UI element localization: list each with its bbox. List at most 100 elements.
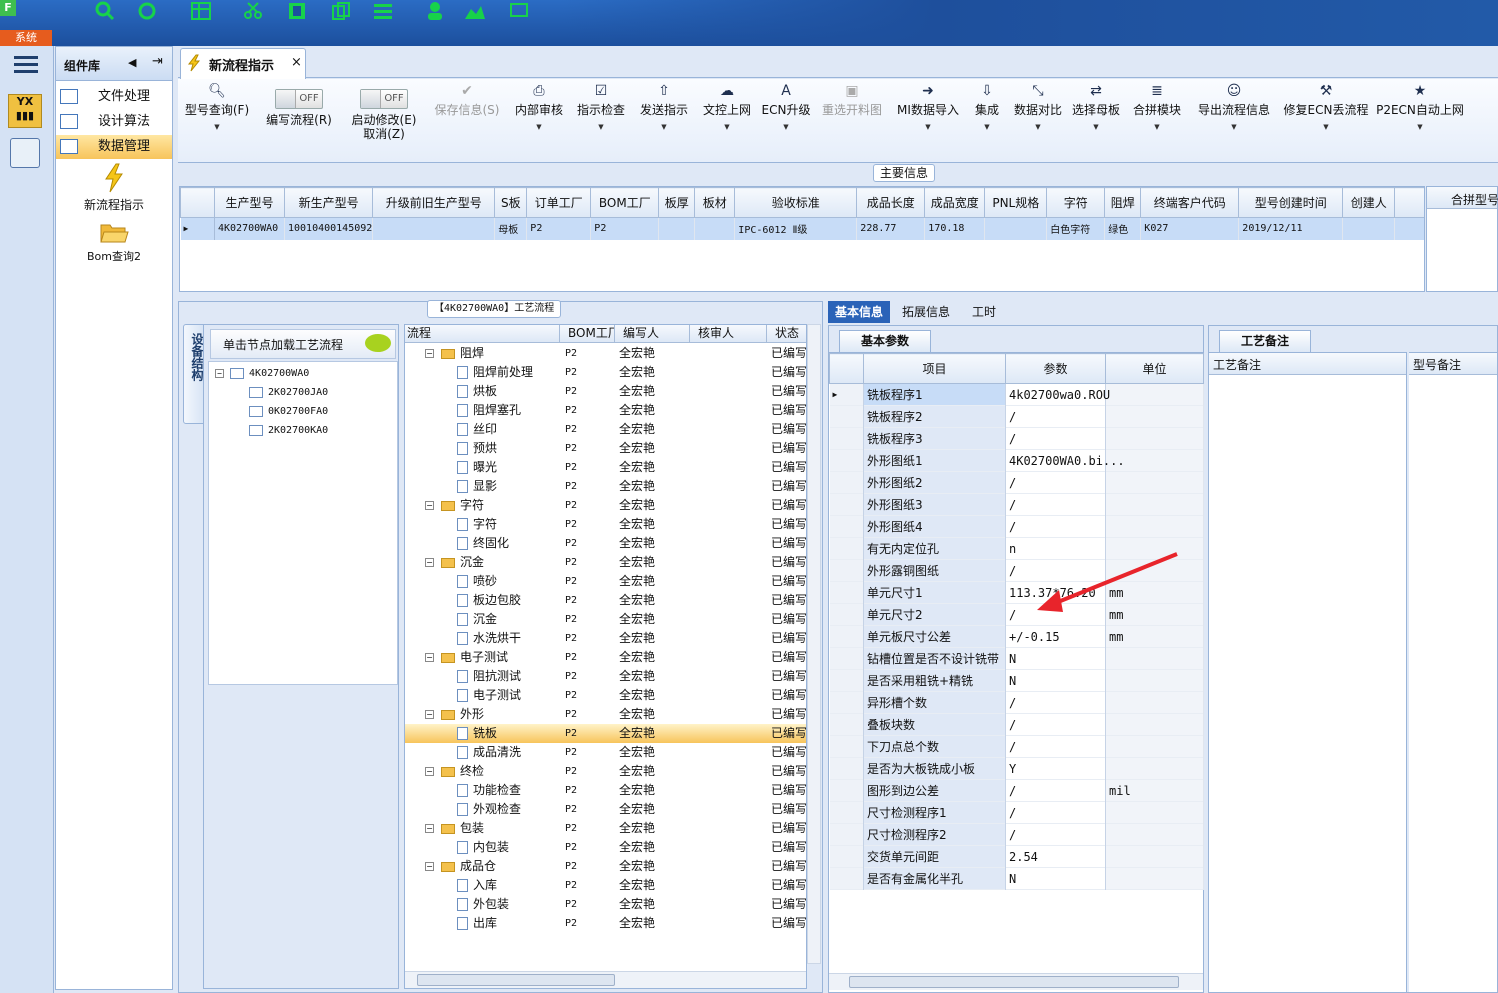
collapse-toggle-icon[interactable]: − xyxy=(425,653,434,662)
param-row[interactable]: 尺寸检测程序1/ xyxy=(829,801,1204,824)
param-row[interactable]: 异形槽个数 / xyxy=(829,691,1204,714)
param-value[interactable]: / xyxy=(1005,735,1106,758)
param-value[interactable]: / xyxy=(1005,801,1106,824)
tree-root[interactable]: − 4K02700WA0 xyxy=(215,364,309,383)
user-icon[interactable] xyxy=(422,0,448,22)
param-row[interactable]: 钻槽位置是否不设计铣带 N xyxy=(829,647,1204,670)
column-header[interactable]: 流程 xyxy=(405,325,560,343)
table-icon[interactable] xyxy=(188,0,214,22)
param-value[interactable]: 4k02700wa0.ROU xyxy=(1005,383,1110,406)
horizontal-scrollbar[interactable] xyxy=(405,971,806,988)
column-header[interactable]: 新生产型号 xyxy=(283,187,374,218)
tree-node[interactable]: 2K02700JA0 xyxy=(249,383,328,402)
param-row[interactable]: 外形图纸4/ xyxy=(829,515,1204,538)
flow-row[interactable]: 包装 − P2 全宏艳 已编写 xyxy=(405,819,806,838)
table-cell[interactable] xyxy=(658,217,696,240)
table-cell[interactable]: 4K02700WA0 xyxy=(214,217,285,240)
param-row[interactable]: 是否有金属化半孔 N xyxy=(829,867,1204,890)
collapse-toggle-icon[interactable]: − xyxy=(425,824,434,833)
row-selector[interactable] xyxy=(829,537,864,560)
flow-row[interactable]: 电子测试 − P2 全宏艳 已编写 xyxy=(405,648,806,667)
flow-row[interactable]: 成品仓 − P2 全宏艳 已编写 xyxy=(405,857,806,876)
param-row[interactable]: 是否采用粗铣+精铣 N xyxy=(829,669,1204,692)
ribbon-button-10[interactable]: ➜ MI数据导入 ▼ xyxy=(890,79,966,163)
row-selector[interactable] xyxy=(829,691,864,714)
flow-row[interactable]: 丝印 P2 全宏艳 已编写 xyxy=(405,420,806,439)
ribbon-button-2[interactable]: OFF 启动修改(E) 取消(Z) xyxy=(342,79,426,163)
param-row[interactable]: 尺寸检测程序2/ xyxy=(829,823,1204,846)
flow-row[interactable]: 外形 − P2 全宏艳 已编写 xyxy=(405,705,806,724)
column-header[interactable]: 生产型号 xyxy=(214,187,285,218)
factory-icon[interactable]: YX ▮▮▮ xyxy=(8,94,42,128)
ribbon-button-1[interactable]: OFF 编写流程(R) xyxy=(256,79,342,163)
toggle-switch[interactable]: OFF xyxy=(275,89,323,109)
row-selector[interactable] xyxy=(829,867,864,890)
ribbon-button-12[interactable]: ⤡ 数据对比 ▼ xyxy=(1008,79,1068,163)
param-row[interactable]: 铣板程序2/ xyxy=(829,405,1204,428)
table-cell[interactable] xyxy=(372,217,496,240)
row-selector[interactable] xyxy=(829,405,864,428)
row-selector[interactable] xyxy=(829,581,864,604)
param-value[interactable]: / xyxy=(1005,515,1106,538)
row-selector[interactable] xyxy=(829,713,864,736)
param-value[interactable]: / xyxy=(1005,691,1106,714)
flow-row[interactable]: 沉金 − P2 全宏艳 已编写 xyxy=(405,553,806,572)
table-cell[interactable]: 10010400145092 xyxy=(284,217,374,240)
flow-row[interactable]: 字符 − P2 全宏艳 已编写 xyxy=(405,496,806,515)
flow-row[interactable]: 预烘 P2 全宏艳 已编写 xyxy=(405,439,806,458)
collapse-left-icon[interactable]: ◀ xyxy=(128,56,136,69)
toggle-switch[interactable]: OFF xyxy=(360,89,408,109)
flow-row[interactable]: 字符 P2 全宏艳 已编写 xyxy=(405,515,806,534)
flow-row[interactable]: 铣板 P2 全宏艳 已编写 xyxy=(405,724,806,743)
detail-tab-0[interactable]: 基本信息 xyxy=(828,301,890,323)
scrollbar-thumb[interactable] xyxy=(849,976,1179,988)
collapse-toggle-icon[interactable]: − xyxy=(425,558,434,567)
flow-row[interactable]: 沉金 P2 全宏艳 已编写 xyxy=(405,610,806,629)
search-icon[interactable] xyxy=(92,0,118,22)
column-header[interactable]: 阻焊 xyxy=(1104,187,1142,218)
row-selector[interactable] xyxy=(829,845,864,868)
column-header[interactable]: 验收标准 xyxy=(734,187,858,218)
collapse-toggle-icon[interactable]: − xyxy=(425,501,434,510)
row-selector[interactable] xyxy=(829,493,864,516)
param-value[interactable]: / xyxy=(1005,493,1106,516)
table-cell[interactable]: 2019/12/11 xyxy=(1238,217,1344,240)
param-row[interactable]: 是否为大板铣成小板 Y xyxy=(829,757,1204,780)
column-header[interactable]: 核审人 xyxy=(690,325,767,343)
calculator-icon[interactable] xyxy=(10,138,40,168)
hamburger-menu-icon[interactable] xyxy=(14,56,38,74)
row-selector[interactable] xyxy=(829,647,864,670)
collapse-toggle-icon[interactable]: − xyxy=(425,710,434,719)
tree-node[interactable]: 2K02700KA0 xyxy=(249,421,328,440)
param-value[interactable]: 4K02700WA0.bi... xyxy=(1005,449,1125,472)
tool-new-process[interactable]: 新流程指示 xyxy=(56,163,172,213)
collapse-toggle-icon[interactable]: − xyxy=(425,767,434,776)
flow-row[interactable]: 阻焊 − P2 全宏艳 已编写 xyxy=(405,344,806,363)
param-row[interactable]: 外形图纸1 4K02700WA0.bi... xyxy=(829,449,1204,472)
row-selector[interactable] xyxy=(829,757,864,780)
flow-row[interactable]: 成品清洗 P2 全宏艳 已编写 xyxy=(405,743,806,762)
param-row[interactable]: 交货单元间距 2.54 xyxy=(829,845,1204,868)
param-value[interactable]: N xyxy=(1005,867,1106,890)
row-selector[interactable] xyxy=(829,735,864,758)
param-row[interactable]: ▶ 铣板程序1 4k02700wa0.ROU xyxy=(829,383,1204,406)
ribbon-button-15[interactable]: ☺ 导出流程信息 ▼ xyxy=(1190,79,1278,163)
table-cell[interactable]: 母板 xyxy=(494,217,528,240)
detail-tab-2[interactable]: 工时 xyxy=(962,301,1006,323)
row-selector[interactable] xyxy=(829,427,864,450)
column-header[interactable]: 板材 xyxy=(694,187,736,218)
column-header[interactable]: 字符 xyxy=(1046,187,1106,218)
ribbon-button-0[interactable]: 🔍︎ 型号查询(F) ▼ xyxy=(178,79,256,163)
collapse-toggle-icon[interactable]: − xyxy=(425,349,434,358)
flow-row[interactable]: 阻抗测试 P2 全宏艳 已编写 xyxy=(405,667,806,686)
window-icon[interactable] xyxy=(506,0,532,22)
param-value[interactable]: 2.54 xyxy=(1005,845,1106,868)
scrollbar-thumb[interactable] xyxy=(417,974,615,986)
table-cell[interactable]: 170.18 xyxy=(924,217,986,240)
param-row[interactable]: 图形到边公差 / mil xyxy=(829,779,1204,802)
flow-row[interactable]: 烘板 P2 全宏艳 已编写 xyxy=(405,382,806,401)
table-cell[interactable]: P2 xyxy=(590,217,660,240)
table-cell[interactable]: P2 xyxy=(526,217,592,240)
chart-icon[interactable] xyxy=(462,0,488,22)
table-cell[interactable]: 绿色 xyxy=(1104,217,1142,240)
